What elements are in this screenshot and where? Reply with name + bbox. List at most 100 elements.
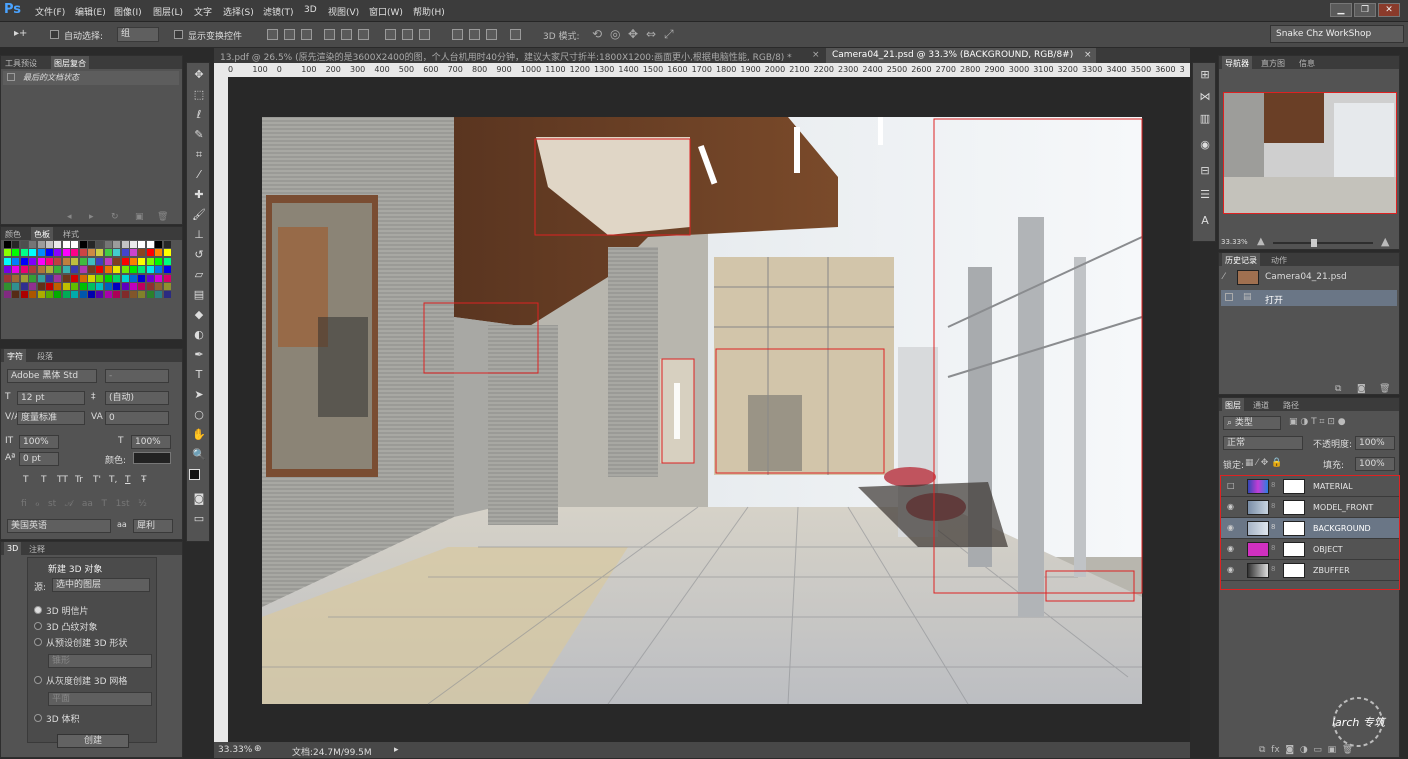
subscript-button[interactable]: T, bbox=[109, 475, 117, 485]
radio-extrusion[interactable] bbox=[34, 622, 42, 630]
color-swatch[interactable] bbox=[79, 266, 87, 274]
tab-info[interactable]: 信息 bbox=[1299, 58, 1315, 69]
color-swatch[interactable] bbox=[121, 257, 129, 265]
color-swatch[interactable] bbox=[104, 241, 112, 248]
3d-pan-icon[interactable]: ✥ bbox=[628, 27, 638, 41]
3d-slide-icon[interactable]: ⇔ bbox=[646, 27, 656, 41]
color-swatch[interactable] bbox=[121, 266, 129, 274]
tab-3d[interactable]: 3D bbox=[4, 542, 22, 555]
color-swatch[interactable] bbox=[54, 257, 62, 265]
color-swatch[interactable] bbox=[29, 241, 37, 248]
color-swatch[interactable] bbox=[104, 266, 112, 274]
tab-histogram[interactable]: 直方图 bbox=[1261, 58, 1285, 69]
color-swatch[interactable] bbox=[138, 283, 146, 290]
menu-file[interactable]: 文件(F) bbox=[35, 5, 65, 18]
source-dropdown[interactable]: 选中的图层 bbox=[52, 578, 150, 592]
next-comp-icon[interactable]: ▸ bbox=[89, 212, 94, 222]
layer-filter-dropdown[interactable]: ⌕ 类型 bbox=[1223, 416, 1281, 430]
tab-notes[interactable]: 注释 bbox=[29, 544, 45, 555]
menu-3d[interactable]: 3D bbox=[304, 5, 317, 15]
close-tab-icon[interactable]: × bbox=[1084, 50, 1092, 60]
color-swatch[interactable] bbox=[163, 291, 171, 299]
color-swatch[interactable] bbox=[163, 257, 171, 265]
align-vcenter-icon[interactable] bbox=[284, 29, 295, 40]
zoom-slider[interactable] bbox=[1273, 239, 1373, 247]
color-swatch[interactable] bbox=[146, 257, 154, 265]
color-swatch[interactable] bbox=[88, 291, 95, 299]
color-swatch[interactable] bbox=[96, 266, 104, 274]
color-swatch[interactable] bbox=[20, 291, 28, 299]
color-swatch[interactable] bbox=[155, 266, 163, 274]
color-swatch[interactable] bbox=[71, 274, 79, 282]
move-tool-icon[interactable]: ▸+ bbox=[14, 28, 27, 39]
foreground-color-icon[interactable] bbox=[189, 469, 200, 480]
color-swatch[interactable] bbox=[104, 249, 112, 257]
swatch-grid[interactable] bbox=[4, 241, 174, 301]
color-swatch[interactable] bbox=[146, 283, 154, 290]
color-swatch[interactable] bbox=[113, 274, 121, 282]
new-comp-icon[interactable]: ▣ bbox=[135, 212, 144, 222]
status-menu-arrow-icon[interactable]: ▸ bbox=[394, 745, 399, 755]
brush-tool-icon[interactable]: 🖌 bbox=[191, 207, 207, 223]
color-swatch[interactable] bbox=[96, 274, 104, 282]
quick-select-tool-icon[interactable]: ✎ bbox=[191, 127, 207, 143]
color-swatch[interactable] bbox=[46, 283, 53, 290]
text-color-swatch[interactable] bbox=[133, 452, 171, 464]
shape-tool-icon[interactable]: ○ bbox=[191, 407, 207, 423]
leading-field[interactable]: (自动) bbox=[105, 391, 169, 405]
quick-mask-icon[interactable]: ◙ bbox=[191, 491, 207, 507]
color-swatch[interactable] bbox=[20, 249, 28, 257]
color-swatch[interactable] bbox=[29, 266, 37, 274]
color-swatch[interactable] bbox=[146, 291, 154, 299]
color-swatch[interactable] bbox=[54, 291, 62, 299]
color-swatch[interactable] bbox=[71, 241, 79, 248]
color-swatch[interactable] bbox=[20, 257, 28, 265]
new-snapshot-icon[interactable]: ◙ bbox=[1357, 384, 1366, 394]
color-swatch[interactable] bbox=[163, 241, 171, 248]
font-style-dropdown[interactable]: - bbox=[105, 369, 169, 383]
color-swatch[interactable] bbox=[104, 283, 112, 290]
color-swatch[interactable] bbox=[29, 283, 37, 290]
preset-shape-dropdown[interactable]: 锥形 bbox=[48, 654, 152, 668]
color-swatch[interactable] bbox=[71, 257, 79, 265]
color-swatch[interactable] bbox=[130, 291, 137, 299]
tab-actions[interactable]: 动作 bbox=[1271, 255, 1287, 266]
color-swatch[interactable] bbox=[62, 291, 70, 299]
layer-row[interactable]: ◉ 8 ZBUFFER bbox=[1221, 560, 1399, 581]
color-swatch[interactable] bbox=[29, 274, 37, 282]
properties-icon[interactable]: ⊟ bbox=[1197, 163, 1213, 179]
color-swatch[interactable] bbox=[79, 241, 87, 248]
horizontal-scale-field[interactable]: 100% bbox=[131, 435, 171, 449]
color-swatch[interactable] bbox=[79, 291, 87, 299]
eye-icon[interactable]: ◉ bbox=[1227, 566, 1235, 574]
color-swatch[interactable] bbox=[96, 291, 104, 299]
color-swatch[interactable] bbox=[71, 249, 79, 257]
type-tool-icon[interactable]: T bbox=[191, 367, 207, 383]
color-swatch[interactable] bbox=[46, 274, 53, 282]
color-swatch[interactable] bbox=[155, 249, 163, 257]
color-swatch[interactable] bbox=[12, 249, 20, 257]
color-swatch[interactable] bbox=[130, 266, 137, 274]
color-swatch[interactable] bbox=[104, 257, 112, 265]
font-family-dropdown[interactable]: Adobe 黑体 Std bbox=[7, 369, 97, 383]
close-tab-icon[interactable]: × bbox=[812, 50, 820, 60]
info-icon[interactable]: ◉ bbox=[1197, 137, 1213, 153]
doc-tab-13pdf[interactable]: 13.pdf @ 26.5% (原先渲染的是3600X2400的图，个人台机用时… bbox=[214, 48, 822, 63]
eye-icon[interactable]: ◉ bbox=[1227, 545, 1235, 553]
color-swatch[interactable] bbox=[37, 257, 45, 265]
color-swatch[interactable] bbox=[37, 274, 45, 282]
color-swatch[interactable] bbox=[4, 283, 11, 290]
color-swatch[interactable] bbox=[12, 257, 20, 265]
color-swatch[interactable] bbox=[104, 274, 112, 282]
color-swatch[interactable] bbox=[104, 291, 112, 299]
color-swatch[interactable] bbox=[163, 249, 171, 257]
menu-filter[interactable]: 滤镜(T) bbox=[263, 5, 294, 18]
menu-image[interactable]: 图像(I) bbox=[114, 5, 142, 18]
color-swatch[interactable] bbox=[4, 249, 11, 257]
color-swatch[interactable] bbox=[62, 241, 70, 248]
color-swatch[interactable] bbox=[20, 283, 28, 290]
color-swatch[interactable] bbox=[71, 283, 79, 290]
color-swatch[interactable] bbox=[130, 274, 137, 282]
small-caps-button[interactable]: Tr bbox=[75, 475, 83, 485]
opentype-buttons[interactable]: ﬁ ℴ st 𝒜 aa T 1st ½ bbox=[21, 499, 171, 509]
